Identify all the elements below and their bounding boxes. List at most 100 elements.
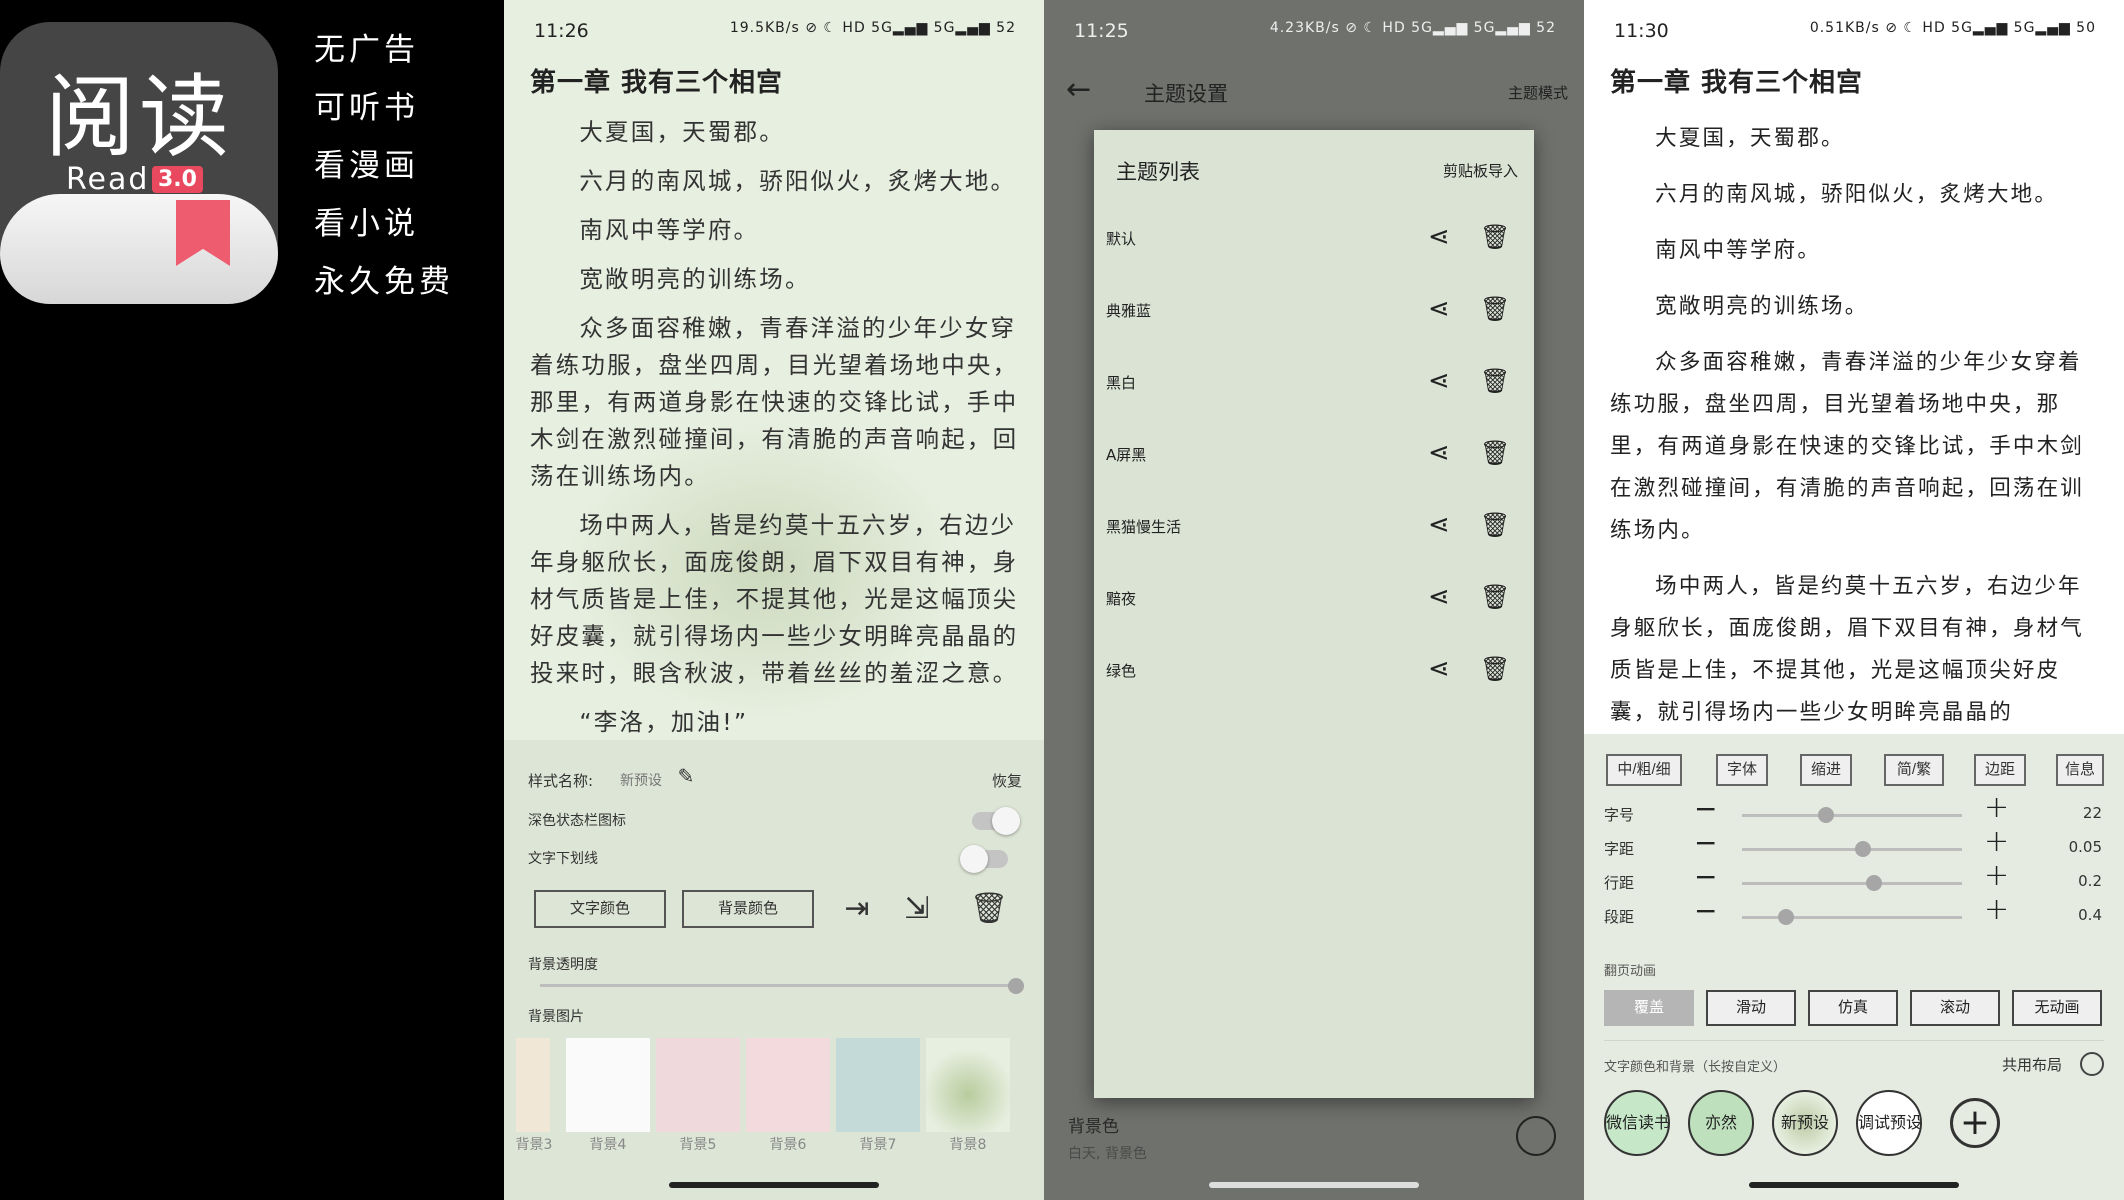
minus-icon[interactable]: − <box>1694 894 1717 927</box>
anim-cover-button[interactable]: 覆盖 <box>1604 990 1694 1026</box>
theme-item[interactable]: 典雅蓝 ⋖ 🗑 <box>1094 274 1534 346</box>
bg-thumb-5[interactable] <box>656 1038 740 1132</box>
font-chip[interactable]: 字体 <box>1716 754 1768 786</box>
gesture-bar[interactable] <box>1584 1172 2124 1200</box>
app-logo: 阅读 Read 3.0 <box>0 22 278 304</box>
style-name-value[interactable]: 新预设 <box>620 770 662 790</box>
theme-item[interactable]: 黑猫慢生活 ⋖ 🗑 <box>1094 490 1534 562</box>
app-bar: ← 主题设置 主题模式 <box>1044 62 1584 122</box>
trash-icon[interactable]: 🗑 <box>1480 510 1510 540</box>
bg-color-row[interactable]: 背景色 白天, 背景色 <box>1068 1112 1584 1163</box>
chapter-body[interactable]: 大夏国，天蜀郡。 六月的南风城，骄阳似火，炙烤大地。 南风中等学府。 宽敞明亮的… <box>1610 118 2104 748</box>
theme-item[interactable]: 黑白 ⋖ 🗑 <box>1094 346 1534 418</box>
gesture-bar[interactable] <box>504 1172 1044 1200</box>
trash-icon[interactable]: 🗑 <box>1480 294 1510 324</box>
share-icon[interactable]: ⋖ <box>1428 510 1458 540</box>
bg-thumb-4[interactable] <box>566 1038 650 1132</box>
slider-thumb[interactable] <box>1817 807 1834 823</box>
promo-panel: 阅读 Read 3.0 无广告 可听书 看漫画 看小说 永久免费 <box>0 0 504 1200</box>
share-icon[interactable]: ⋖ <box>1428 222 1458 252</box>
bg-thumb-7[interactable] <box>836 1038 920 1132</box>
minus-icon[interactable]: − <box>1694 792 1717 825</box>
anim-simulation-button[interactable]: 仿真 <box>1808 990 1898 1026</box>
theme-item[interactable]: 默认 ⋖ 🗑 <box>1094 202 1534 274</box>
dark-status-toggle[interactable] <box>972 807 1020 835</box>
preset-yiran[interactable]: 亦然 <box>1688 1090 1754 1156</box>
bg-alpha-thumb[interactable] <box>1008 978 1024 994</box>
chapter-body[interactable]: 大夏国，天蜀郡。 六月的南风城，骄阳似火，炙烤大地。 南风中等学府。 宽敞明亮的… <box>530 114 1024 753</box>
share-icon[interactable]: ⋖ <box>1428 654 1458 684</box>
preset-label: 微信读书 <box>1606 1113 1670 1132</box>
bg-color-swatch[interactable] <box>1516 1116 1556 1156</box>
share-icon[interactable]: ⋖ <box>1428 294 1458 324</box>
line-spacing-slider[interactable] <box>1742 882 1962 885</box>
add-preset-icon[interactable]: + <box>1950 1098 2000 1148</box>
preset-debug[interactable]: 调试预设 <box>1856 1090 1922 1156</box>
clipboard-import-button[interactable]: 剪贴板导入 <box>1443 160 1518 181</box>
delete-icon[interactable]: 🗑 <box>970 892 1008 926</box>
plus-icon[interactable]: + <box>1984 824 2009 859</box>
theme-item[interactable]: 黯夜 ⋖ 🗑 <box>1094 562 1534 634</box>
text-color-button[interactable]: 文字颜色 <box>534 890 666 928</box>
indent-chip[interactable]: 缩进 <box>1800 754 1852 786</box>
paragraph-spacing-slider[interactable] <box>1742 916 1962 919</box>
slider-thumb[interactable] <box>1855 841 1871 857</box>
preset-new[interactable]: 新预设 <box>1772 1090 1838 1156</box>
bg-thumb-3[interactable] <box>516 1038 550 1132</box>
slogan-3: 看漫画 <box>314 148 419 184</box>
bg-alpha-slider[interactable] <box>540 984 1016 987</box>
bg-thumb-8[interactable] <box>926 1038 1010 1132</box>
back-arrow-icon[interactable]: ← <box>1066 72 1091 107</box>
trash-icon[interactable]: 🗑 <box>1480 366 1510 396</box>
theme-settings-panel: 11:25 4.23KB/s ⊘ ☾ HD 5G▂▄▆ 5G▂▄▆ 52 ← 主… <box>1044 0 1584 1200</box>
bg-thumb-6[interactable] <box>746 1038 830 1132</box>
anim-scroll-button[interactable]: 滚动 <box>1910 990 2000 1026</box>
bg-color-label: 背景色 <box>1068 1117 1119 1137</box>
theme-item[interactable]: A屏黑 ⋖ 🗑 <box>1094 418 1534 490</box>
trash-icon[interactable]: 🗑 <box>1480 654 1510 684</box>
info-chip[interactable]: 信息 <box>2056 754 2104 786</box>
theme-name: 绿色 <box>1106 662 1137 680</box>
plus-icon[interactable]: + <box>1984 858 2009 893</box>
simplified-traditional-chip[interactable]: 简/繁 <box>1884 754 1944 786</box>
share-icon[interactable]: ⋖ <box>1428 438 1458 468</box>
theme-item[interactable]: 绿色 ⋖ 🗑 <box>1094 634 1534 706</box>
trash-icon[interactable]: 🗑 <box>1480 222 1510 252</box>
export-icon[interactable]: ⇲ <box>900 892 934 926</box>
bg-color-button[interactable]: 背景颜色 <box>682 890 814 928</box>
reader-style-panel: 11:26 19.5KB/s ⊘ ☾ HD 5G▂▄▆ 5G▂▄▆ 52 第一章… <box>504 0 1044 1200</box>
theme-mode-button[interactable]: 主题模式 <box>1508 82 1568 103</box>
anim-slide-button[interactable]: 滑动 <box>1706 990 1796 1026</box>
slider-thumb[interactable] <box>1866 875 1882 891</box>
trash-icon[interactable]: 🗑 <box>1480 438 1510 468</box>
restore-button[interactable]: 恢复 <box>992 770 1022 791</box>
edit-icon[interactable]: ✎ <box>674 764 698 788</box>
weight-chip[interactable]: 中/粗/细 <box>1606 754 1682 786</box>
import-icon[interactable]: ⇥ <box>840 892 874 926</box>
paragraph: 众多面容稚嫩，青春洋溢的少年少女穿着练功服，盘坐四周，目光望着场地中央，那里，有… <box>530 314 1019 490</box>
minus-icon[interactable]: − <box>1694 860 1717 893</box>
trash-icon[interactable]: 🗑 <box>1480 582 1510 612</box>
shared-layout-label: 共用布局 <box>2001 1056 2062 1074</box>
share-icon[interactable]: ⋖ <box>1428 582 1458 612</box>
font-size-slider[interactable] <box>1742 814 1962 817</box>
minus-icon[interactable]: − <box>1694 826 1717 859</box>
preset-wechat[interactable]: 微信读书 <box>1604 1090 1670 1156</box>
chapter-title: 第一章 我有三个相宫 <box>1610 68 1864 98</box>
slogan-5: 永久免费 <box>314 264 454 300</box>
gesture-bar[interactable] <box>1044 1172 1584 1200</box>
letter-spacing-slider[interactable] <box>1742 848 1962 851</box>
margin-chip[interactable]: 边距 <box>1974 754 2026 786</box>
shared-layout-radio[interactable] <box>2080 1052 2104 1076</box>
share-icon[interactable]: ⋖ <box>1428 366 1458 396</box>
slogan-4: 看小说 <box>314 206 419 242</box>
anim-none-button[interactable]: 无动画 <box>2012 990 2102 1026</box>
paragraph: 南风中等学府。 <box>579 216 760 244</box>
paragraph: 大夏国，天蜀郡。 <box>579 118 785 146</box>
plus-icon[interactable]: + <box>1984 892 2009 927</box>
plus-icon[interactable]: + <box>1984 790 2009 825</box>
slider-thumb[interactable] <box>1778 909 1794 925</box>
page-anim-label: 翻页动画 <box>1604 964 1657 979</box>
underline-toggle[interactable] <box>960 845 1008 873</box>
status-icons: 4.23KB/s ⊘ ☾ HD 5G▂▄▆ 5G▂▄▆ 52 <box>1269 20 1556 36</box>
